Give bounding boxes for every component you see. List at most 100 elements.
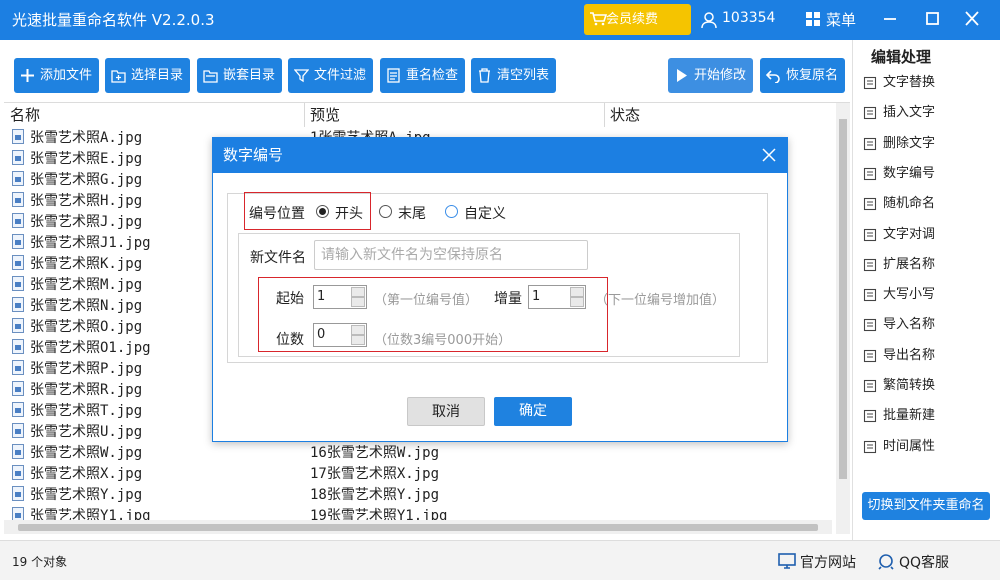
vip-renew-button[interactable]: 会员续费 [584, 4, 691, 35]
column-header-preview[interactable]: 预览 [304, 103, 340, 127]
edit-panel-title: 编辑处理 [871, 48, 932, 66]
batch-new-icon [863, 410, 877, 423]
choose-dir-button[interactable]: 选择目录 [105, 58, 190, 93]
scroll-thumb[interactable] [839, 119, 847, 479]
clear-list-label: 清空列表 [497, 68, 550, 83]
file-name: 张雪艺术照J.jpg [30, 214, 143, 230]
sidebar-item-shuffle[interactable]: 随机命名 [863, 193, 935, 215]
start-rename-button[interactable]: 开始修改 [668, 58, 753, 93]
radio-start-label[interactable]: 开头 [335, 203, 363, 223]
radio-custom-label[interactable]: 自定义 [464, 203, 506, 223]
file-filter-button[interactable]: 文件过滤 [288, 58, 373, 93]
table-row[interactable]: 张雪艺术照X.jpg 17张雪艺术照X.jpg [4, 462, 834, 483]
nested-dir-label: 嵌套目录 [223, 68, 276, 83]
stepper-up-icon[interactable] [570, 287, 584, 297]
add-file-button[interactable]: 添加文件 [14, 58, 99, 93]
step-value: 1 [532, 289, 541, 304]
sidebar-item-replace[interactable]: 文字替换 [863, 72, 935, 94]
monitor-icon [778, 553, 796, 569]
import-icon [863, 319, 877, 332]
column-header-name[interactable]: 名称 [4, 103, 40, 127]
sidebar-item-import[interactable]: 导入名称 [863, 314, 935, 336]
file-name: 张雪艺术照N.jpg [30, 298, 143, 314]
confirm-button[interactable]: 确定 [494, 397, 572, 426]
file-icon [12, 213, 24, 228]
sidebar-item-insert[interactable]: 插入文字 [863, 102, 935, 124]
user-id: 103354 [722, 10, 776, 26]
radio-end-label[interactable]: 末尾 [398, 203, 426, 223]
file-name: 张雪艺术照P.jpg [30, 361, 143, 377]
sidebar-item-batch-new[interactable]: 批量新建 [863, 405, 935, 427]
menu-button[interactable]: 菜单 [806, 9, 856, 30]
swap-icon [863, 228, 877, 241]
sidebar-item-label: 文字替换 [883, 75, 936, 90]
sidebar-item-extension[interactable]: 扩展名称 [863, 254, 935, 276]
vertical-scrollbar[interactable] [836, 103, 850, 534]
file-filter-label: 文件过滤 [314, 68, 367, 83]
stepper-up-icon[interactable] [351, 325, 365, 335]
close-icon[interactable] [761, 147, 777, 163]
maximize-icon[interactable] [920, 8, 944, 30]
file-icon [12, 360, 24, 375]
file-name: 张雪艺术照J1.jpg [30, 235, 151, 251]
file-name: 张雪艺术照O.jpg [30, 319, 143, 335]
file-icon [12, 381, 24, 396]
add-file-label: 添加文件 [40, 68, 93, 83]
sidebar-item-swap[interactable]: 文字对调 [863, 224, 935, 246]
edit-panel: 编辑处理 文字替换插入文字删除文字数字编号随机命名文字对调扩展名称大写小写导入名… [852, 40, 1000, 540]
close-icon[interactable] [960, 8, 984, 30]
switch-folder-rename-button[interactable]: 切换到文件夹重命名 [862, 492, 990, 520]
radio-end[interactable] [379, 205, 392, 218]
stepper-down-icon[interactable] [570, 297, 584, 307]
sidebar-item-export[interactable]: 导出名称 [863, 345, 935, 367]
scroll-thumb[interactable] [18, 524, 818, 531]
stepper-down-icon[interactable] [351, 335, 365, 345]
table-row[interactable]: 张雪艺术照W.jpg 16张雪艺术照W.jpg [4, 441, 834, 462]
column-header-status[interactable]: 状态 [604, 103, 640, 127]
file-icon [12, 402, 24, 417]
new-name-input[interactable]: 请输入新文件名为空保持原名 [314, 240, 588, 270]
nested-dir-button[interactable]: 嵌套目录 [197, 58, 282, 93]
check-list-icon [387, 68, 400, 83]
horizontal-scrollbar[interactable] [4, 520, 832, 534]
official-site-link[interactable]: 官方网站 [778, 552, 856, 572]
sidebar-item-delete[interactable]: 删除文字 [863, 133, 935, 155]
play-icon [677, 69, 687, 82]
file-icon [12, 171, 24, 186]
file-icon [12, 486, 24, 501]
step-stepper[interactable]: 1 [528, 285, 586, 309]
folder-icon [203, 70, 218, 83]
sidebar-item-clock[interactable]: 时间属性 [863, 436, 935, 458]
file-name: 张雪艺术照W.jpg [30, 445, 143, 461]
radio-custom[interactable] [445, 205, 458, 218]
stepper-down-icon[interactable] [351, 297, 365, 307]
status-bar: 19 个对象 官方网站 QQ客服 [0, 540, 1000, 580]
restore-name-button[interactable]: 恢复原名 [760, 58, 845, 93]
clear-list-button[interactable]: 清空列表 [471, 58, 556, 93]
digits-value: 0 [317, 327, 326, 342]
file-name: 张雪艺术照K.jpg [30, 256, 143, 272]
file-name: 张雪艺术照X.jpg [30, 466, 143, 482]
case-icon [863, 289, 877, 302]
table-row[interactable]: 张雪艺术照Y.jpg 18张雪艺术照Y.jpg [4, 483, 834, 504]
sidebar-item-case[interactable]: 大写小写 [863, 284, 935, 306]
user-account[interactable]: 103354 [700, 10, 776, 29]
file-icon [12, 465, 24, 480]
minimize-icon[interactable] [878, 8, 902, 30]
start-value: 1 [317, 289, 326, 304]
qq-support-link[interactable]: QQ客服 [877, 552, 949, 572]
sidebar-item-number[interactable]: 数字编号 [863, 163, 935, 185]
sidebar-item-label: 扩展名称 [883, 256, 936, 272]
digits-stepper[interactable]: 0 [313, 323, 367, 347]
start-stepper[interactable]: 1 [313, 285, 367, 309]
user-icon [701, 12, 717, 29]
radio-start[interactable] [316, 205, 329, 218]
stepper-up-icon[interactable] [351, 287, 365, 297]
rename-check-button[interactable]: 重名检查 [380, 58, 465, 93]
cancel-button[interactable]: 取消 [407, 397, 485, 426]
file-name: 张雪艺术照U.jpg [30, 424, 143, 440]
file-icon [12, 276, 24, 291]
file-icon [12, 255, 24, 270]
object-count: 19 个对象 [12, 555, 68, 569]
sidebar-item-convert[interactable]: 繁简转换 [863, 375, 935, 397]
